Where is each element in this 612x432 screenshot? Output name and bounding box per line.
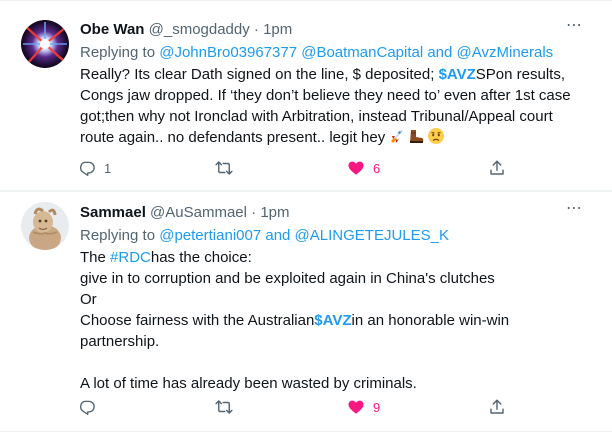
hashtag-link[interactable]: #RDC xyxy=(110,249,151,266)
share-icon xyxy=(488,159,506,177)
cashtag-link[interactable]: $AVZ xyxy=(314,312,351,329)
action-bar: 9 xyxy=(78,397,508,417)
author-handle[interactable]: @_smogdaddy xyxy=(149,21,250,38)
timestamp[interactable]: 1pm xyxy=(263,21,292,38)
like-icon xyxy=(347,398,365,416)
tweet-text: The #RDChas the choice: give in to corru… xyxy=(80,247,590,394)
divider xyxy=(0,191,612,192)
replying-to-label: Replying to xyxy=(80,227,156,244)
reply-mentions[interactable]: @JohnBro03967377 @BoatmanCapital and @Av… xyxy=(159,44,553,61)
text-segment: route again.. no defendants present.. le… xyxy=(80,129,386,146)
like-count: 6 xyxy=(373,160,381,176)
text-line: Congs jaw dropped. If ‘they don’t believ… xyxy=(80,87,571,104)
separator-dot: · xyxy=(251,204,257,221)
share-icon xyxy=(488,398,506,416)
tweet-header: Sammael @AuSammael · 1pm xyxy=(80,203,290,223)
share-button[interactable] xyxy=(488,397,506,417)
avatar[interactable] xyxy=(21,20,69,68)
retweet-icon xyxy=(215,398,233,416)
tweet-sammael[interactable]: Sammael @AuSammael · 1pm ⋯ Replying to @… xyxy=(0,191,612,432)
text-segment: Really? Its clear Dath signed on the lin… xyxy=(80,66,439,83)
text-line: Or xyxy=(80,291,97,308)
reply-count: 1 xyxy=(104,160,112,176)
like-button[interactable]: 6 xyxy=(347,158,380,178)
text-segment: Choose fairness with the Australian xyxy=(80,312,315,329)
tweet-obe-wan[interactable]: Obe Wan @_smogdaddy · 1pm ⋯ Replying to … xyxy=(0,0,612,191)
text-line: give in to corruption and be exploited a… xyxy=(80,270,495,287)
retweet-button[interactable] xyxy=(215,158,241,178)
more-icon[interactable]: ⋯ xyxy=(564,201,584,223)
retweet-button[interactable] xyxy=(215,397,241,417)
like-icon xyxy=(347,159,365,177)
rocket-emoji xyxy=(387,127,405,145)
separator-dot: · xyxy=(253,21,259,38)
text-segment: The xyxy=(80,249,111,266)
like-count: 9 xyxy=(373,399,381,415)
like-button[interactable]: 9 xyxy=(347,397,380,417)
retweet-icon xyxy=(215,159,233,177)
replying-to-label: Replying to xyxy=(80,44,156,61)
boot-emoji xyxy=(407,127,425,145)
avatar[interactable] xyxy=(21,202,69,250)
text-line: got;then why not Ironclad with Arbitrati… xyxy=(80,108,553,125)
worried-face-emoji xyxy=(427,127,445,145)
tweet-text: Really? Its clear Dath signed on the lin… xyxy=(80,64,590,148)
text-line: partnership. xyxy=(80,333,160,350)
action-bar: 1 6 xyxy=(78,158,508,178)
author-name[interactable]: Obe Wan xyxy=(80,21,144,38)
replying-to: Replying to @JohnBro03967377 @BoatmanCap… xyxy=(80,43,553,63)
replying-to: Replying to @petertiani007 and @ALINGETE… xyxy=(80,226,449,246)
reply-button[interactable] xyxy=(78,397,104,417)
cashtag-link[interactable]: $AVZ xyxy=(439,66,476,83)
author-name[interactable]: Sammael xyxy=(80,204,146,221)
author-handle[interactable]: @AuSammael xyxy=(150,204,247,221)
tweet-header: Obe Wan @_smogdaddy · 1pm xyxy=(80,20,292,40)
reply-button[interactable]: 1 xyxy=(78,158,111,178)
text-segment: in an honorable win-win xyxy=(351,312,510,329)
reply-icon xyxy=(78,159,96,177)
share-button[interactable] xyxy=(488,158,506,178)
reply-mentions[interactable]: @petertiani007 and @ALINGETEJULES_K xyxy=(159,227,449,244)
text-segment: has the choice: xyxy=(150,249,252,266)
reply-icon xyxy=(78,398,96,416)
text-segment: SPon results, xyxy=(475,66,566,83)
more-icon[interactable]: ⋯ xyxy=(564,18,584,40)
divider xyxy=(0,0,612,1)
timestamp[interactable]: 1pm xyxy=(260,204,289,221)
text-line: A lot of time has already been wasted by… xyxy=(80,375,417,392)
